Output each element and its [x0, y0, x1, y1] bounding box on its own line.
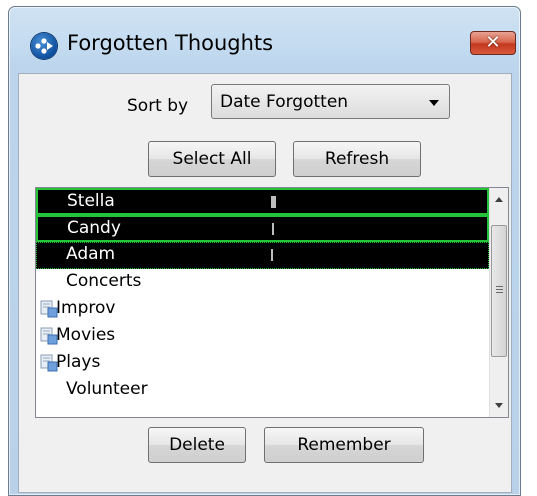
- sort-label: Sort by: [127, 96, 189, 116]
- window-title: Forgotten Thoughts: [67, 31, 274, 55]
- list-item-label: Volunteer: [66, 379, 148, 399]
- list-item-label: Stella: [67, 191, 115, 211]
- select-all-button[interactable]: Select All: [148, 141, 276, 177]
- grip-icon: [496, 286, 503, 287]
- scroll-down-icon[interactable]: [495, 403, 503, 408]
- sort-selected-value: Date Forgotten: [220, 92, 349, 112]
- list-item-label: Concerts: [66, 271, 142, 291]
- list-item[interactable]: Improv: [36, 296, 489, 323]
- list-item[interactable]: Stella: [36, 188, 489, 215]
- grip-icon: [496, 289, 503, 290]
- scroll-up-icon[interactable]: [495, 197, 503, 202]
- list-item-label: Candy: [67, 218, 121, 238]
- close-icon: ✕: [485, 32, 501, 53]
- title-bar[interactable]: Forgotten Thoughts ✕: [9, 7, 520, 83]
- list-item[interactable]: Concerts: [36, 269, 489, 296]
- refresh-button[interactable]: Refresh: [293, 141, 421, 177]
- dialog-content: Sort by Date Forgotten Select All Refres…: [18, 73, 512, 493]
- grip-icon: [496, 292, 503, 293]
- list-item[interactable]: Plays: [36, 350, 489, 377]
- remember-button[interactable]: Remember: [264, 427, 424, 463]
- scrollbar-thumb[interactable]: [491, 225, 507, 357]
- list-item-label: Movies: [56, 325, 116, 345]
- chevron-down-icon: [429, 100, 439, 106]
- list-item[interactable]: Adam: [36, 242, 489, 269]
- list-item-label: Improv: [56, 298, 116, 318]
- thoughts-list[interactable]: Stella Candy Adam Concerts Improv Movies…: [35, 187, 509, 418]
- text-cursor: [272, 223, 274, 235]
- text-cursor: [271, 249, 273, 261]
- list-item-label: Adam: [66, 244, 116, 264]
- vertical-scrollbar[interactable]: [489, 188, 508, 417]
- dialog-window: Forgotten Thoughts ✕ Sort by Date Forgot…: [8, 6, 521, 496]
- close-button[interactable]: ✕: [470, 31, 516, 55]
- list-item[interactable]: Candy: [36, 215, 489, 242]
- delete-button[interactable]: Delete: [148, 427, 246, 463]
- app-icon: [31, 33, 57, 59]
- list-item[interactable]: Volunteer: [36, 377, 489, 404]
- list-item-label: Plays: [56, 352, 101, 372]
- sort-dropdown[interactable]: Date Forgotten: [211, 84, 450, 119]
- text-cursor: [271, 196, 276, 208]
- list-item[interactable]: Movies: [36, 323, 489, 350]
